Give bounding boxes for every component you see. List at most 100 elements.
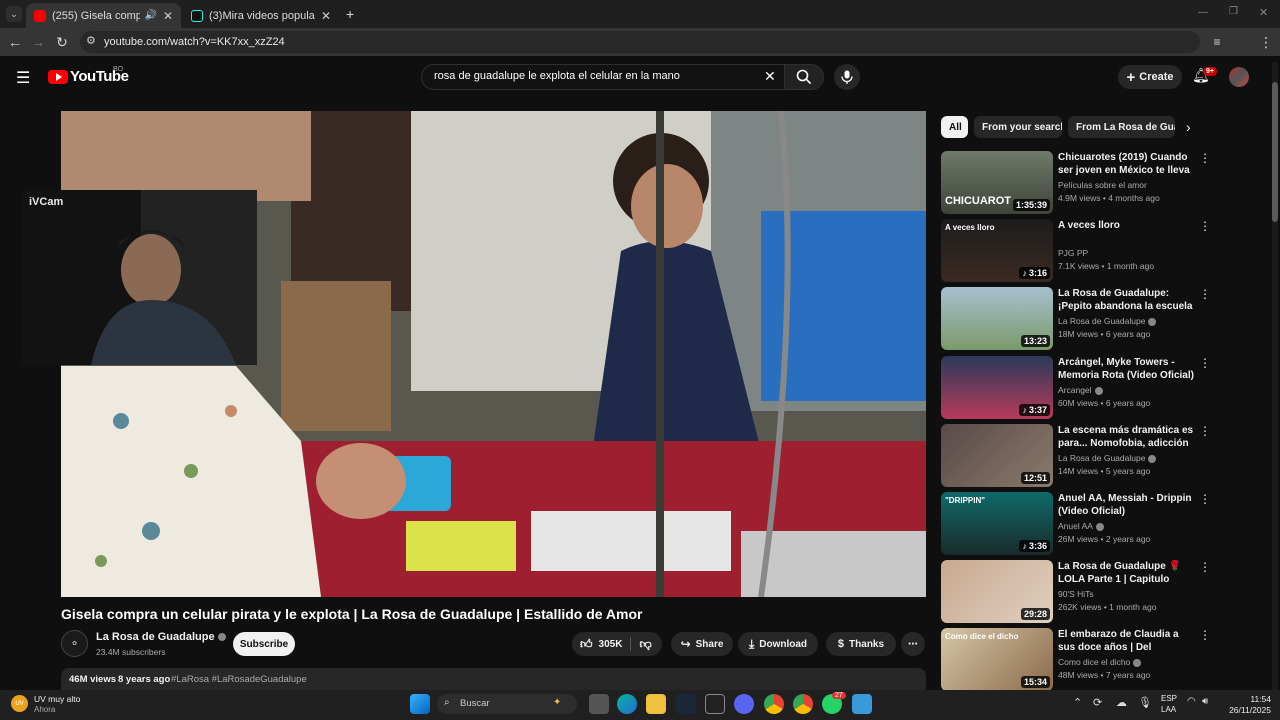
tab-youtube[interactable]: (255) Gisela compra un celu 🔊 ✕ bbox=[26, 3, 181, 28]
weather-title[interactable]: UV muy alto bbox=[34, 694, 80, 704]
url-text[interactable]: youtube.com/watch?v=KK7xx_xzZ24 bbox=[104, 36, 285, 48]
new-tab-button[interactable]: + bbox=[346, 6, 354, 22]
more-options-icon[interactable]: ⋮ bbox=[1199, 424, 1211, 438]
recommendation-thumbnail[interactable]: Como dice el dicho 15:34 bbox=[941, 628, 1053, 691]
recommendation-title[interactable]: La Rosa de Guadalupe 🌹 LOLA Parte 1 | Ca… bbox=[1058, 560, 1194, 587]
youtube-logo-icon[interactable] bbox=[48, 70, 68, 84]
back-icon[interactable]: ← bbox=[5, 32, 25, 52]
chip-from-your-search[interactable]: From your search bbox=[974, 116, 1062, 138]
reload-icon[interactable]: ↻ bbox=[52, 32, 72, 52]
chip-from-channel[interactable]: From La Rosa de Guadalupe bbox=[1068, 116, 1175, 138]
recommendation-item[interactable]: "DRIPPIN" ♪ 3:36 Anuel AA, Messiah - Drippi… bbox=[941, 492, 1211, 556]
maximize-button[interactable]: ❐ bbox=[1229, 6, 1238, 17]
more-options-icon[interactable]: ⋮ bbox=[1199, 560, 1211, 574]
channel-name[interactable]: La Rosa de Guadalupe bbox=[96, 631, 226, 643]
weather-uv-icon[interactable]: UV bbox=[11, 695, 28, 712]
hamburger-menu-icon[interactable]: ☰ bbox=[16, 68, 30, 88]
remote-desktop-icon[interactable] bbox=[852, 694, 872, 714]
speaker-icon[interactable]: 🔊 bbox=[144, 10, 156, 21]
mic-tray-icon[interactable]: 🎙︎ bbox=[1138, 696, 1152, 709]
scrollbar-thumb[interactable] bbox=[1272, 82, 1278, 222]
recommendation-thumbnail[interactable]: 12:51 bbox=[941, 424, 1053, 487]
language-bottom[interactable]: LAA bbox=[1161, 705, 1176, 714]
channel-avatar[interactable]: ✿ bbox=[61, 630, 88, 657]
like-count[interactable]: 305K bbox=[599, 639, 623, 650]
media-control-icon[interactable]: ≡ bbox=[1207, 32, 1227, 52]
tab-tiktok[interactable]: (3)Mira videos populares selec ✕ bbox=[183, 3, 339, 28]
more-options-icon[interactable]: ⋮ bbox=[1199, 151, 1211, 165]
recommendation-title[interactable]: La Rosa de Guadalupe: ¡Pepito abandona l… bbox=[1058, 287, 1194, 314]
clock-time[interactable]: 11:54 bbox=[1227, 694, 1271, 704]
task-view-icon[interactable] bbox=[589, 694, 609, 714]
recommendation-thumbnail[interactable]: 29:28 bbox=[941, 560, 1053, 623]
description-box[interactable]: 46M views 8 years ago #LaRosa #LaRosadeG… bbox=[61, 668, 926, 690]
search-query-text[interactable]: rosa de guadalupe le explota el celular … bbox=[434, 70, 680, 82]
recommendation-title[interactable]: Anuel AA, Messiah - Drippin (Video Ofici… bbox=[1058, 492, 1194, 518]
more-options-icon[interactable]: ⋮ bbox=[1199, 628, 1211, 642]
chrome-profile-icon[interactable] bbox=[793, 694, 813, 714]
recommendation-channel[interactable]: Como dice el dicho bbox=[1058, 657, 1142, 667]
recommendation-channel[interactable]: Películas sobre el amor bbox=[1058, 180, 1147, 190]
recommendation-title[interactable]: Chicuarotes (2019) Cuando ser joven en M… bbox=[1058, 151, 1194, 178]
recommendation-item[interactable]: 13:23 La Rosa de Guadalupe: ¡Pepito aband… bbox=[941, 287, 1211, 351]
wifi-icon[interactable]: ◠ bbox=[1187, 696, 1196, 707]
create-button[interactable]: + Create bbox=[1118, 65, 1182, 89]
edge-icon[interactable] bbox=[617, 694, 637, 714]
recommendation-channel[interactable]: La Rosa de Guadalupe bbox=[1058, 316, 1157, 326]
dislike-icon[interactable]: 👎︎ bbox=[639, 637, 651, 652]
minimize-button[interactable]: — bbox=[1198, 7, 1208, 18]
steam-icon[interactable] bbox=[676, 694, 696, 714]
like-icon[interactable]: 👍︎ bbox=[580, 637, 593, 652]
sync-icon[interactable]: ⟳ bbox=[1093, 696, 1102, 709]
close-tab-icon[interactable]: ✕ bbox=[163, 9, 173, 23]
browser-menu-icon[interactable]: ⋮ bbox=[1256, 32, 1276, 52]
obs-icon[interactable] bbox=[705, 694, 725, 714]
recommendation-thumbnail[interactable]: "DRIPPIN" ♪ 3:36 bbox=[941, 492, 1053, 555]
recommendation-channel[interactable]: Anuel AA bbox=[1058, 521, 1104, 531]
recommendation-item[interactable]: 29:28 La Rosa de Guadalupe 🌹 LOLA Parte 1… bbox=[941, 560, 1211, 624]
recommendation-thumbnail[interactable]: 13:23 bbox=[941, 287, 1053, 350]
recommendation-title[interactable]: A veces lloro bbox=[1058, 219, 1194, 232]
close-window-button[interactable]: ✕ bbox=[1259, 6, 1268, 19]
subscribe-button[interactable]: Subscribe bbox=[233, 632, 295, 656]
chip-all[interactable]: All bbox=[941, 116, 968, 138]
language-top[interactable]: ESP bbox=[1161, 694, 1177, 703]
recommendation-title[interactable]: La escena más dramática es para... Nomof… bbox=[1058, 424, 1194, 451]
download-button[interactable]: ⤓ Download bbox=[738, 632, 818, 656]
more-actions-button[interactable]: ⋯ bbox=[901, 632, 925, 656]
tray-overflow-chevron-icon[interactable]: ⌃ bbox=[1073, 696, 1082, 709]
recommendation-thumbnail[interactable]: CHICUAROT 1:35:39 bbox=[941, 151, 1053, 214]
clear-search-icon[interactable]: ✕ bbox=[764, 68, 776, 85]
page-scrollbar[interactable] bbox=[1272, 62, 1278, 690]
more-options-icon[interactable]: ⋮ bbox=[1199, 356, 1211, 370]
hashtags[interactable]: #LaRosa #LaRosadeGuadalupe bbox=[171, 674, 307, 685]
recommendation-channel[interactable]: La Rosa de Guadalupe bbox=[1058, 453, 1157, 463]
discord-icon[interactable] bbox=[734, 694, 754, 714]
recommendation-channel[interactable]: PJG PP bbox=[1058, 248, 1088, 258]
recommendation-item[interactable]: ♪ 3:37 Arcángel, Myke Towers - Memoria Rot… bbox=[941, 356, 1211, 420]
windows-start-icon[interactable] bbox=[410, 694, 430, 714]
recommendation-thumbnail[interactable]: A veces lloro ♪ 3:16 bbox=[941, 219, 1053, 282]
account-avatar[interactable] bbox=[1229, 67, 1249, 87]
more-options-icon[interactable]: ⋮ bbox=[1199, 219, 1211, 233]
recommendation-title[interactable]: Arcángel, Myke Towers - Memoria Rota (Vi… bbox=[1058, 356, 1194, 382]
more-options-icon[interactable]: ⋮ bbox=[1199, 287, 1211, 301]
recommendation-item[interactable]: 12:51 La escena más dramática es para... … bbox=[941, 424, 1211, 488]
recommendation-channel[interactable]: 90'S HiTs bbox=[1058, 589, 1094, 599]
recommendation-item[interactable]: CHICUAROT 1:35:39 Chicuarotes (2019) Cuand… bbox=[941, 151, 1211, 215]
thanks-button[interactable]: $ Thanks bbox=[826, 632, 896, 656]
tab-search-button[interactable]: ⌄ bbox=[6, 6, 22, 22]
clock-date[interactable]: 26/11/2025 bbox=[1222, 705, 1271, 715]
onedrive-cloud-icon[interactable]: ☁ bbox=[1116, 696, 1127, 709]
forward-icon[interactable]: → bbox=[28, 32, 48, 52]
recommendation-channel[interactable]: Arcangel bbox=[1058, 385, 1103, 395]
close-tab-icon[interactable]: ✕ bbox=[321, 9, 331, 23]
more-options-icon[interactable]: ⋮ bbox=[1199, 492, 1211, 506]
recommendation-thumbnail[interactable]: ♪ 3:37 bbox=[941, 356, 1053, 419]
recommendation-item[interactable]: A veces lloro ♪ 3:16 A veces lloro PJG PP 7.1… bbox=[941, 219, 1211, 283]
voice-search-button[interactable] bbox=[834, 64, 860, 90]
chips-next-chevron-icon[interactable]: › bbox=[1186, 119, 1191, 135]
share-button[interactable]: ↪ Share bbox=[671, 632, 733, 656]
chrome-icon[interactable] bbox=[764, 694, 784, 714]
taskbar-search-box[interactable]: ⌕ Buscar ✦ bbox=[437, 694, 577, 714]
